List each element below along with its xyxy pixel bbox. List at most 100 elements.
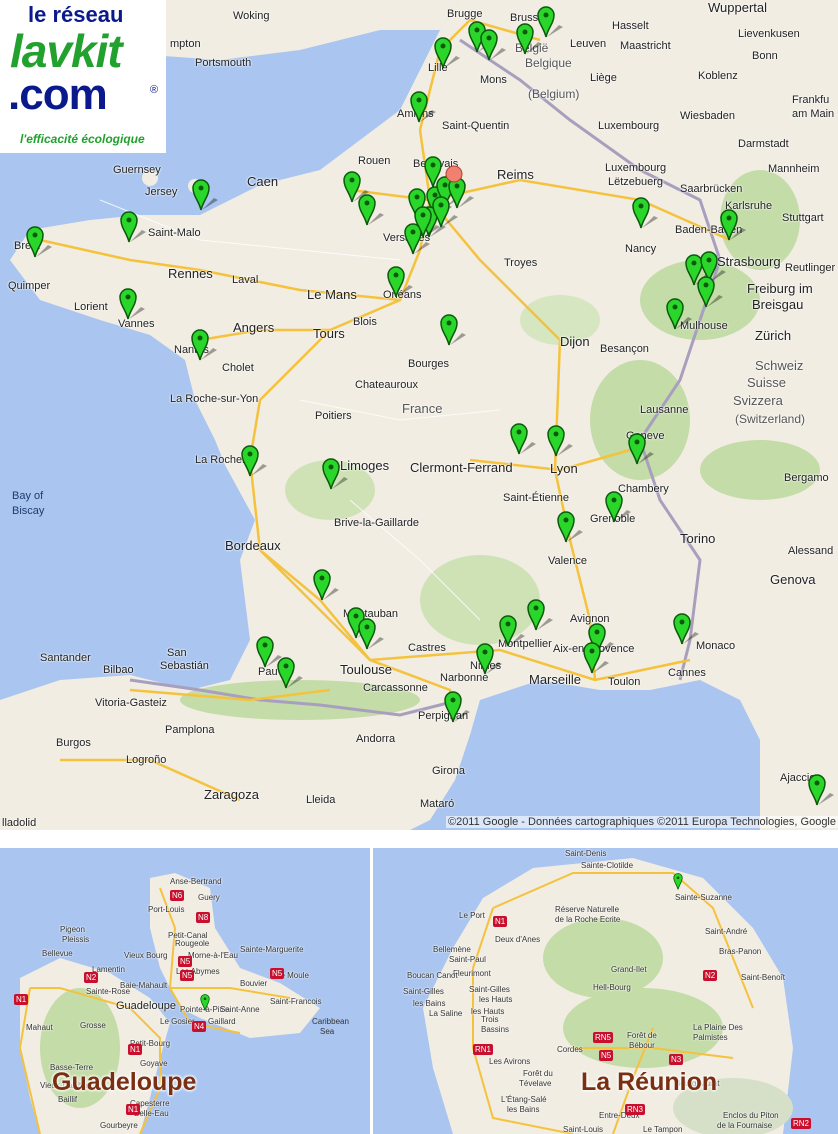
map-marker[interactable] bbox=[200, 994, 210, 1011]
map-label: Bouvier bbox=[240, 979, 268, 988]
map-reunion[interactable]: Saint-Denis Sainte-Clotilde Sainte-Suzan… bbox=[373, 848, 838, 1134]
map-marker[interactable] bbox=[510, 422, 536, 455]
map-label: Chateauroux bbox=[355, 379, 418, 391]
map-marker[interactable] bbox=[673, 612, 699, 645]
map-copyright: ©2011 Google - Données cartographiques ©… bbox=[445, 816, 838, 828]
map-label: Wuppertal bbox=[708, 0, 768, 15]
map-label: Maastricht bbox=[620, 40, 671, 52]
map-label: Belgique bbox=[525, 56, 572, 70]
map-marker[interactable] bbox=[440, 313, 466, 346]
map-marker[interactable] bbox=[720, 208, 746, 241]
map-marker[interactable] bbox=[444, 690, 470, 723]
road-shield: N5 bbox=[599, 1050, 614, 1061]
map-marker[interactable] bbox=[808, 773, 834, 806]
map-label: Sainte-Clotilde bbox=[581, 861, 634, 870]
map-guadeloupe[interactable]: Anse-Bertrand Guery Port-Louis Petit-Can… bbox=[0, 848, 370, 1134]
map-label: Saint-Malo bbox=[148, 227, 201, 239]
map-label: Angers bbox=[233, 320, 275, 335]
road-shield: N1 bbox=[14, 994, 29, 1005]
map-label: Girona bbox=[432, 765, 466, 777]
map-marker-highlight[interactable] bbox=[445, 165, 463, 197]
road-shield: N1 bbox=[493, 916, 508, 927]
road-shield: RN2 bbox=[791, 1118, 812, 1129]
map-label: Svizzera bbox=[733, 393, 783, 408]
road-shield: N8 bbox=[196, 912, 211, 923]
map-label: Lleida bbox=[306, 794, 336, 806]
map-label: Brugge bbox=[447, 8, 483, 20]
map-label: Guadeloupe bbox=[116, 1000, 176, 1012]
map-marker[interactable] bbox=[322, 457, 348, 490]
map-label: Grosse bbox=[80, 1021, 106, 1030]
map-marker[interactable] bbox=[414, 205, 440, 238]
map-label: Freiburg im bbox=[747, 281, 813, 296]
map-label: Poitiers bbox=[315, 410, 352, 422]
map-label: Zürich bbox=[755, 328, 792, 343]
map-label: La Saline bbox=[429, 1009, 463, 1018]
map-label: Bras-Panon bbox=[719, 947, 762, 956]
map-marker[interactable] bbox=[547, 424, 573, 457]
map-marker[interactable] bbox=[120, 210, 146, 243]
logo-line3: .com bbox=[8, 70, 108, 119]
map-marker[interactable] bbox=[527, 598, 553, 631]
lavkit-logo[interactable]: le réseau lavkit .com ® l'efficacité éco… bbox=[0, 0, 166, 153]
map-marker[interactable] bbox=[241, 444, 267, 477]
map-label: Tours bbox=[313, 326, 345, 341]
map-label: Lëtzebuerg bbox=[608, 176, 664, 188]
map-label: Burgos bbox=[56, 737, 91, 749]
map-label: Breisgau bbox=[752, 297, 804, 312]
map-label: Dijon bbox=[560, 334, 590, 349]
map-label: Le Mans bbox=[307, 287, 357, 302]
map-marker[interactable] bbox=[192, 178, 218, 211]
map-label: Cordes bbox=[557, 1045, 583, 1054]
map-marker[interactable] bbox=[476, 642, 502, 675]
map-marker[interactable] bbox=[666, 297, 692, 330]
map-label: La Roche-sur-Yon bbox=[170, 393, 259, 405]
map-label: Bergamo bbox=[784, 472, 829, 484]
map-label: San bbox=[167, 647, 187, 659]
road-shield: RN5 bbox=[593, 1032, 614, 1043]
map-label: Portsmouth bbox=[195, 57, 252, 69]
map-label: Bay of bbox=[12, 490, 44, 502]
map-marker[interactable] bbox=[358, 193, 384, 226]
map-label: Saint-Quentin bbox=[442, 120, 510, 132]
map-marker[interactable] bbox=[358, 617, 384, 650]
map-marker[interactable] bbox=[119, 287, 145, 320]
map-marker[interactable] bbox=[256, 635, 282, 668]
map-label: Nancy bbox=[625, 243, 657, 255]
map-label: Leuven bbox=[570, 38, 607, 50]
map-marker[interactable] bbox=[26, 225, 52, 258]
map-label: de la Fournaise bbox=[717, 1121, 773, 1130]
map-label: Morne-à-l'Eau bbox=[188, 951, 238, 960]
map-marker[interactable] bbox=[557, 510, 583, 543]
map-label: Darmstadt bbox=[738, 138, 789, 150]
road-shield: N1 bbox=[126, 1104, 141, 1115]
map-marker[interactable] bbox=[313, 568, 339, 601]
road-shield: RN3 bbox=[625, 1104, 646, 1115]
map-label: Guery bbox=[198, 893, 220, 902]
map-marker[interactable] bbox=[673, 873, 683, 890]
map-marker[interactable] bbox=[583, 641, 609, 674]
map-label: Andorra bbox=[356, 733, 396, 745]
map-label: Saint-Étienne bbox=[503, 492, 570, 504]
map-marker[interactable] bbox=[434, 36, 460, 69]
map-label: Pleissis bbox=[62, 935, 90, 944]
map-label: Besançon bbox=[600, 343, 649, 355]
map-marker[interactable] bbox=[628, 432, 654, 465]
map-label: Le Port bbox=[459, 911, 485, 920]
map-marker[interactable] bbox=[410, 90, 436, 123]
map-label: Saint-Denis bbox=[565, 849, 607, 858]
map-marker[interactable] bbox=[605, 490, 631, 523]
map-marker[interactable] bbox=[697, 275, 723, 308]
map-marker[interactable] bbox=[387, 265, 413, 298]
guadeloupe-title: Guadeloupe bbox=[52, 1068, 197, 1096]
map-label: Luxembourg bbox=[605, 162, 667, 174]
map-marker[interactable] bbox=[191, 328, 217, 361]
map-label: Bellevue bbox=[42, 949, 73, 958]
map-marker[interactable] bbox=[632, 196, 658, 229]
map-marker[interactable] bbox=[480, 28, 506, 61]
road-shield: RN1 bbox=[473, 1044, 494, 1055]
map-marker[interactable] bbox=[277, 656, 303, 689]
map-marker[interactable] bbox=[516, 22, 542, 55]
reunion-title: La Réunion bbox=[581, 1068, 718, 1096]
map-label: Logroño bbox=[126, 754, 167, 766]
